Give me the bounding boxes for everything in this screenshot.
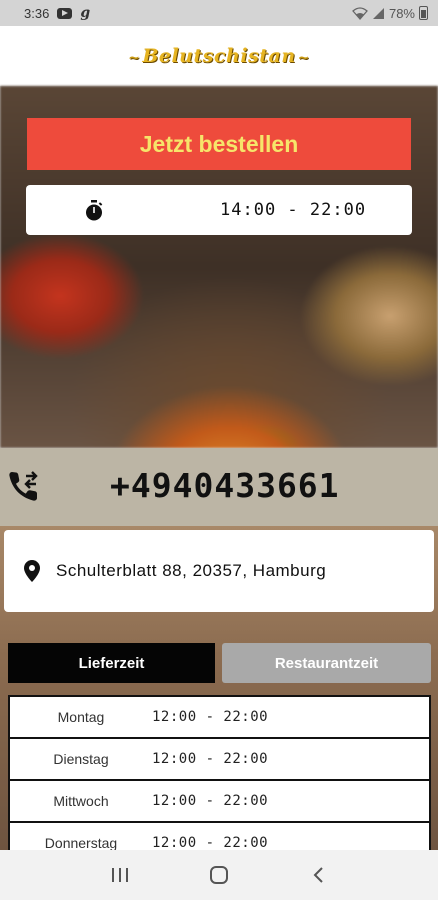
back-button[interactable] bbox=[298, 855, 338, 895]
restaurant-logo: ~ Belutschistan ~ bbox=[128, 45, 310, 67]
recent-apps-icon bbox=[111, 868, 128, 882]
day-name: Mittwoch bbox=[53, 793, 109, 809]
location-pin-icon bbox=[24, 560, 40, 582]
day-hours: 12:00 - 22:00 bbox=[152, 835, 269, 851]
home-button[interactable] bbox=[199, 855, 239, 895]
stopwatch-icon bbox=[86, 200, 103, 221]
day-name: Dienstag bbox=[53, 751, 109, 767]
home-icon bbox=[209, 866, 228, 884]
battery-icon bbox=[419, 6, 428, 20]
tab-delivery-time[interactable]: Lieferzeit bbox=[8, 643, 215, 683]
opening-hours-text: 14:00 - 22:00 bbox=[220, 200, 367, 220]
schedule-row: Montag 12:00 - 22:00 bbox=[8, 695, 431, 739]
phone-number[interactable]: +4940433661 bbox=[110, 466, 340, 505]
wifi-icon bbox=[352, 6, 368, 20]
schedule-row: Mittwoch 12:00 - 22:00 bbox=[8, 779, 431, 823]
youtube-icon bbox=[57, 7, 73, 19]
day-hours: 12:00 - 22:00 bbox=[152, 793, 269, 809]
phone-forward-icon bbox=[9, 471, 38, 501]
phone-band[interactable]: +4940433661 bbox=[0, 448, 438, 526]
day-hours: 12:00 - 22:00 bbox=[152, 709, 269, 725]
address-text: Schulterblatt 88, 20357, Hamburg bbox=[56, 561, 327, 580]
schedule-row: Dienstag 12:00 - 22:00 bbox=[8, 737, 431, 781]
battery-percent: 78% bbox=[388, 5, 415, 21]
g-icon: g bbox=[80, 5, 91, 21]
schedule-list: Montag 12:00 - 22:00 Dienstag 12:00 - 22… bbox=[8, 695, 431, 865]
order-now-button[interactable]: Jetzt bestellen bbox=[27, 118, 411, 170]
day-hours: 12:00 - 22:00 bbox=[152, 751, 269, 767]
day-name: Donnerstag bbox=[44, 835, 118, 851]
tab-restaurant-time[interactable]: Restaurantzeit bbox=[222, 643, 431, 683]
status-bar: 3:36 g 78% bbox=[0, 0, 438, 26]
address-box[interactable]: Schulterblatt 88, 20357, Hamburg bbox=[4, 530, 434, 612]
opening-hours-box: 14:00 - 22:00 bbox=[26, 185, 412, 235]
system-nav-bar bbox=[0, 850, 438, 900]
back-icon bbox=[313, 867, 324, 883]
recent-apps-button[interactable] bbox=[100, 855, 140, 895]
app-header: ~ Belutschistan ~ bbox=[0, 26, 438, 86]
status-time: 3:36 bbox=[24, 5, 50, 21]
signal-icon bbox=[372, 7, 384, 19]
day-name: Montag bbox=[57, 709, 105, 725]
